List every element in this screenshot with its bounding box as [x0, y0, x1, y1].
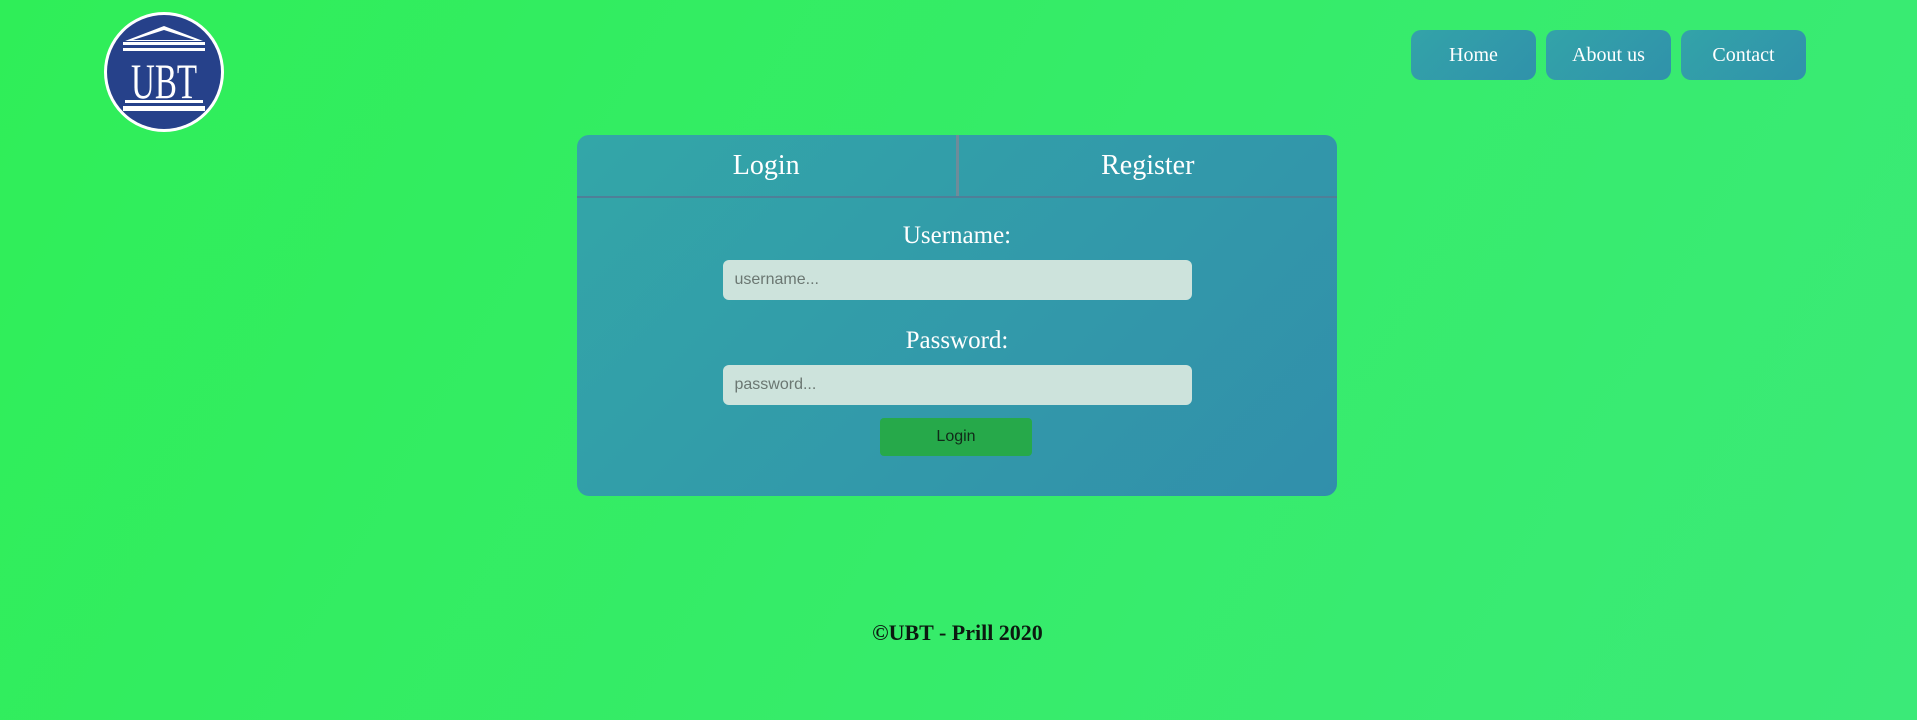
nav-contact-button[interactable]: Contact	[1681, 30, 1806, 80]
footer-copyright: ©UBT - Prill 2020	[872, 620, 1043, 645]
tab-register[interactable]: Register	[959, 135, 1338, 196]
password-input[interactable]	[722, 365, 1192, 405]
page: UBT Home About us Contact Login Register…	[0, 0, 1917, 720]
login-form: Username: Password: Login	[577, 198, 1337, 456]
top-nav: Home About us Contact	[1411, 30, 1806, 80]
ubt-logo[interactable]: UBT	[102, 10, 226, 134]
nav-home-button[interactable]: Home	[1411, 30, 1536, 80]
nav-about-button[interactable]: About us	[1546, 30, 1671, 80]
tab-login[interactable]: Login	[577, 135, 956, 196]
auth-card: Login Register Username: Password: Login	[577, 135, 1337, 496]
password-label: Password:	[905, 327, 1009, 354]
username-label: Username:	[902, 222, 1012, 249]
username-input[interactable]	[722, 260, 1192, 300]
ubt-logo-icon: UBT	[104, 12, 224, 132]
login-submit-button[interactable]: Login	[880, 418, 1032, 456]
logo-text: UBT	[131, 53, 197, 109]
footer: ©UBT - Prill 2020	[0, 620, 1917, 646]
auth-tabs: Login Register	[577, 135, 1337, 198]
